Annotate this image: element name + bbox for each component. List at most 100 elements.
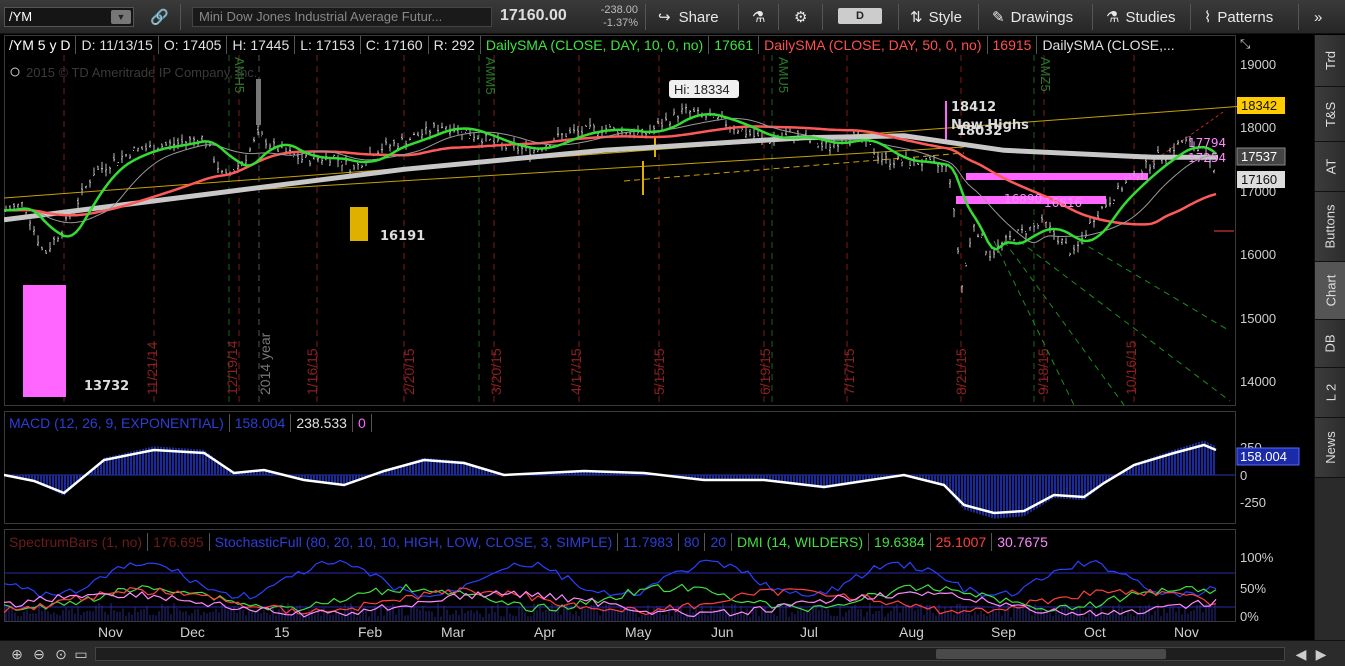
candle: [49, 242, 51, 253]
select-box-icon[interactable]: ▭: [72, 645, 90, 663]
sma-other-label[interactable]: DailySMA (CLOSE,...: [1037, 36, 1179, 54]
flask-icon[interactable]: ⚗: [752, 0, 765, 34]
candle: [193, 136, 195, 147]
tab-buttons[interactable]: Buttons: [1315, 192, 1345, 262]
candle: [901, 159, 903, 167]
date-marker-label: 8/21/15: [953, 348, 969, 395]
candle: [505, 145, 507, 151]
bar-open: O: 17405: [159, 36, 228, 54]
macd-diff: 0: [353, 414, 372, 432]
candle: [33, 225, 35, 236]
candle: [745, 127, 747, 138]
candle: [29, 219, 31, 231]
tab-chart[interactable]: Chart: [1315, 262, 1345, 320]
candle: [889, 158, 891, 171]
tab-trd[interactable]: Trd: [1315, 35, 1345, 87]
scroll-thumb[interactable]: [936, 649, 1166, 659]
candle: [821, 140, 823, 151]
patterns-menu[interactable]: ⌇ Patterns: [1204, 0, 1273, 34]
symbol-description: Mini Dow Jones Industrial Average Futur.…: [192, 7, 492, 27]
x-axis-label: May: [625, 624, 651, 640]
candle: [165, 141, 167, 146]
candle: [1065, 237, 1067, 244]
studies-menu[interactable]: ⚗ Studies: [1106, 0, 1176, 34]
style-icon: ⇅: [910, 9, 923, 26]
symbol-text: /YM: [9, 9, 33, 24]
gold-marker-2[interactable]: [642, 161, 644, 195]
scroll-right-icon[interactable]: ▶: [1312, 645, 1330, 663]
candle: [569, 127, 571, 134]
candle: [85, 185, 87, 189]
more-icon[interactable]: »: [1314, 0, 1322, 34]
drawings-label: Drawings: [1010, 8, 1074, 26]
sma50-label[interactable]: DailySMA (CLOSE, DAY, 50, 0, no): [759, 36, 988, 54]
sma10-label[interactable]: DailySMA (CLOSE, DAY, 10, 0, no): [481, 36, 710, 54]
date-marker-label: 9/18/15: [1035, 348, 1051, 395]
candle: [685, 103, 687, 114]
dmi-label[interactable]: DMI (14, WILDERS): [732, 533, 870, 551]
gold-box[interactable]: [350, 207, 368, 241]
lower-tick: 0%: [1240, 609, 1259, 624]
candle: [461, 131, 463, 141]
share-button[interactable]: ↪ Share: [658, 0, 719, 34]
candle: [137, 147, 139, 152]
style-menu[interactable]: ⇅ Style: [910, 0, 962, 34]
candle: [1053, 229, 1055, 240]
candle: [21, 201, 23, 208]
candle: [1077, 241, 1079, 253]
fan-lines[interactable]: [993, 240, 1231, 406]
symbol-input[interactable]: /YM ▼: [4, 7, 134, 27]
tab-ts[interactable]: T&S: [1315, 87, 1345, 142]
stoch-label[interactable]: StochasticFull (80, 20, 10, 10, HIGH, LO…: [210, 533, 619, 551]
candle: [297, 151, 299, 165]
candle: [1057, 235, 1059, 245]
aggregation-button[interactable]: D: [838, 8, 882, 24]
candle: [105, 163, 107, 177]
symbol-period[interactable]: /YM 5 y D: [4, 36, 77, 54]
candle: [89, 179, 91, 188]
candle: [145, 143, 147, 152]
candle: [341, 161, 343, 172]
pink-marker[interactable]: [945, 101, 947, 141]
x-axis-label: Feb: [358, 624, 382, 640]
candle: [253, 136, 255, 143]
link-icon[interactable]: 🔗: [150, 0, 169, 34]
gear-icon[interactable]: ⚙: [794, 0, 807, 34]
date-marker-label: 11/21/14: [144, 341, 160, 395]
pink-box[interactable]: [23, 285, 66, 397]
candle: [1169, 147, 1171, 153]
symbol-dropdown-icon[interactable]: ▼: [111, 10, 131, 24]
zoom-fit-icon[interactable]: ⊙: [52, 645, 70, 663]
date-marker-label: 4/17/15: [568, 348, 584, 395]
tab-l2[interactable]: L 2: [1315, 368, 1345, 418]
price-tick: 14000: [1240, 374, 1276, 389]
last-price: 17160.00: [500, 7, 567, 24]
spectrum-label[interactable]: SpectrumBars (1, no): [4, 533, 149, 551]
collapse-icon[interactable]: ⤡: [1240, 36, 1250, 52]
candle: [969, 237, 971, 248]
candle: [1017, 229, 1019, 233]
tab-db[interactable]: DB: [1315, 320, 1345, 368]
lower-tick: 50%: [1240, 581, 1266, 596]
candle: [353, 164, 355, 171]
tab-news[interactable]: News: [1315, 418, 1345, 478]
zoom-out-icon[interactable]: ⊖: [30, 645, 48, 663]
horizontal-scrollbar[interactable]: [95, 647, 1285, 661]
candle: [673, 108, 675, 116]
pink-zone-1[interactable]: [966, 173, 1148, 180]
scroll-left-icon[interactable]: ◀: [1292, 645, 1310, 663]
macd-label[interactable]: MACD (12, 26, 9, EXPONENTIAL): [4, 414, 230, 432]
tab-at[interactable]: AT: [1315, 142, 1345, 192]
share-icon: ↪: [658, 9, 671, 26]
candle: [121, 150, 123, 163]
candle: [1029, 226, 1031, 231]
x-axis-label: Sep: [991, 624, 1016, 640]
gray-marker: [256, 79, 261, 125]
drawings-menu[interactable]: ✎ Drawings: [992, 0, 1073, 34]
zoom-in-icon[interactable]: ⊕: [8, 645, 26, 663]
macd-avg: 238.533: [291, 414, 353, 432]
pct-change: -1.37%: [603, 17, 638, 29]
settings-dot-icon[interactable]: [10, 67, 20, 77]
candle: [333, 154, 335, 158]
date-marker-label: 5/15/15: [651, 348, 667, 395]
